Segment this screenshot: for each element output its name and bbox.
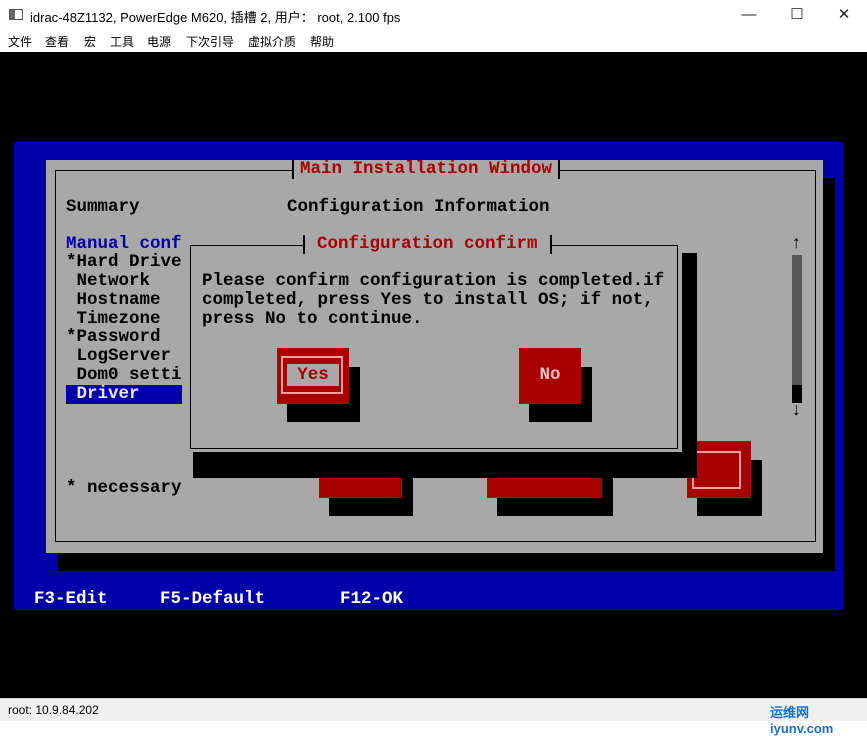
menu-help[interactable]: 帮助 [310,33,334,50]
hotkey-f3-edit: F3-Edit [34,589,108,609]
hotkey-f5-default: F5-Default [160,589,266,609]
maximize-button[interactable]: ☐ [774,0,820,30]
yes-label: Yes [287,364,339,386]
sidebar-item-hostname[interactable]: Hostname [66,291,161,310]
sidebar-item-password[interactable]: *Password [66,328,161,347]
dialog-message-line: press No to continue. [202,309,423,329]
config-info-heading: Configuration Information [287,197,550,217]
menu-macro[interactable]: 宏 [84,33,96,50]
minimize-button[interactable]: — [726,0,772,30]
sidebar-item-hard-drive[interactable]: *Hard Drive [66,253,182,272]
status-bar: root: 10.9.84.202 运维网 iyunv.com [0,698,867,736]
summary-heading: Summary [66,197,140,217]
scroll-down-arrow[interactable]: ↓ [791,402,802,421]
menu-virtual-media[interactable]: 虚拟介质 [248,33,296,50]
scroll-up-arrow[interactable]: ↑ [791,235,802,254]
scrollbar-track[interactable] [792,255,802,385]
title-bar: idrac-48Z1132, PowerEdge M620, 插槽 2, 用户：… [0,0,867,30]
watermark-logo: 运维网 iyunv.com [770,705,834,736]
dialog-title: Configuration confirm [303,235,552,254]
menu-power[interactable]: 电源 [147,33,171,50]
no-label: No [539,365,561,385]
sidebar-item-dom0-settings[interactable]: Dom0 setti [66,366,182,385]
menu-bar: 文件 查看 宏 工具 电源 下次引导 虚拟介质 帮助 [0,30,867,52]
ok-label: OK [692,451,741,489]
app-icon [9,9,23,20]
menu-file[interactable]: 文件 [8,33,32,50]
menu-next-boot[interactable]: 下次引导 [186,33,234,50]
yes-button[interactable]: Yes [277,348,349,404]
status-text: root: 10.9.84.202 [8,703,99,717]
menu-view[interactable]: 查看 [45,33,69,50]
close-button[interactable]: ✕ [821,0,867,30]
window-title: idrac-48Z1132, PowerEdge M620, 插槽 2, 用户：… [30,10,401,25]
dialog-message-line: Please confirm configuration is complete… [202,271,665,291]
menu-tools[interactable]: 工具 [110,33,134,50]
necessary-note: * necessary [66,478,182,498]
sidebar-item-network[interactable]: Network [66,272,151,291]
main-window-title: Main Installation Window [292,160,561,179]
sidebar-item-logserver[interactable]: LogServer [66,347,172,366]
hotkey-f12-ok: F12-OK [340,589,404,609]
dialog-message-line: completed, press Yes to install OS; if n… [202,290,654,310]
sidebar-item-driver[interactable]: Driver [66,385,182,404]
no-button[interactable]: No [519,348,581,404]
